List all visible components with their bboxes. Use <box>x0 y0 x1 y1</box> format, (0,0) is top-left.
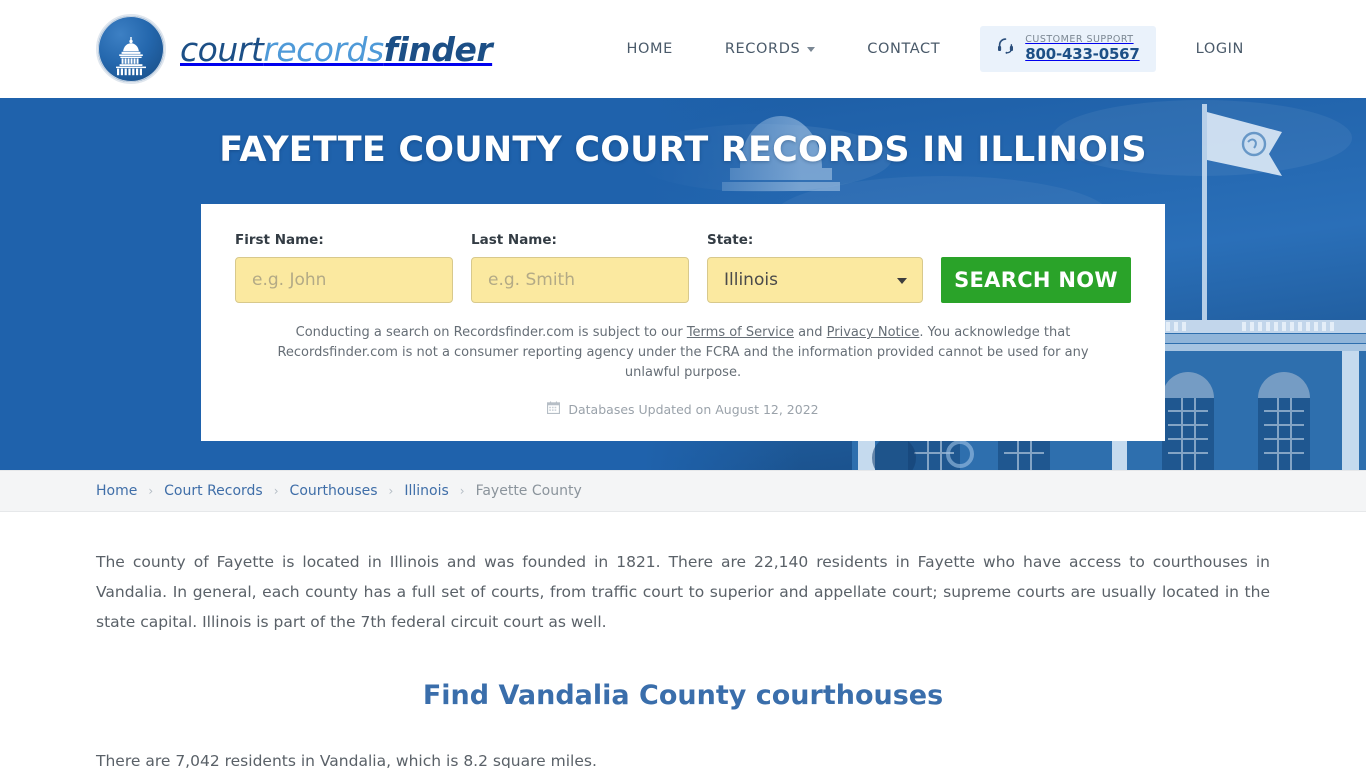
nav-item-records[interactable]: RECORDS <box>699 41 841 57</box>
logo-word-court: court <box>180 29 264 69</box>
state-label: State: <box>707 232 754 248</box>
nav-label-login: LOGIN <box>1195 40 1244 57</box>
terms-of-service-link[interactable]: Terms of Service <box>687 325 794 340</box>
breadcrumb-item-illinois[interactable]: Illinois <box>404 483 448 499</box>
first-name-input[interactable] <box>235 257 453 303</box>
logo-word-records: records <box>263 29 384 69</box>
search-now-button[interactable]: SEARCH NOW <box>941 257 1131 303</box>
breadcrumb-separator-icon: › <box>148 484 154 498</box>
last-name-label: Last Name: <box>471 232 557 248</box>
breadcrumb-item-courthouses[interactable]: Courthouses <box>290 483 378 499</box>
breadcrumb-separator-icon: › <box>273 484 279 498</box>
nav-item-home[interactable]: HOME <box>600 41 698 57</box>
calendar-icon <box>547 401 561 417</box>
nav-item-login[interactable]: LOGIN <box>1170 41 1270 57</box>
capitol-dome-icon <box>96 14 166 84</box>
databases-updated: Databases Updated on August 12, 2022 <box>235 401 1131 417</box>
section-heading-courthouses: Find Vandalia County courthouses <box>422 679 944 711</box>
nav-item-contact[interactable]: CONTACT <box>841 41 966 57</box>
breadcrumb-item-fayette-county: Fayette County <box>475 483 582 499</box>
record-search-form: First Name: Last Name: State: Illinois S… <box>235 232 1131 303</box>
privacy-notice-link[interactable]: Privacy Notice <box>827 325 920 340</box>
databases-updated-text: Databases Updated on August 12, 2022 <box>568 401 819 417</box>
main-content: The county of Fayette is located in Illi… <box>0 512 1366 768</box>
support-phone: 800-433-0567 <box>1025 44 1140 63</box>
state-field-group: State: Illinois <box>707 232 923 303</box>
main-navigation: HOME RECORDS CONTACT CUSTOMER SUPPORT 80 <box>600 25 1270 73</box>
first-name-label: First Name: <box>235 232 324 248</box>
nav-label-records: RECORDS <box>724 40 801 57</box>
logo-word-finder: finder <box>383 29 493 69</box>
breadcrumb-separator-icon: › <box>388 484 394 498</box>
logo-wordmark: courtrecordsfinder <box>180 29 493 69</box>
breadcrumb-separator-icon: › <box>459 484 465 498</box>
search-form-card: First Name: Last Name: State: Illinois S… <box>201 204 1165 442</box>
hero-section: FAYETTE COUNTY COURT RECORDS IN ILLINOIS… <box>0 98 1366 470</box>
last-name-input[interactable] <box>471 257 689 303</box>
breadcrumb-item-court-records[interactable]: Court Records <box>164 483 263 499</box>
last-name-field-group: Last Name: <box>471 232 689 303</box>
customer-support-box[interactable]: CUSTOMER SUPPORT 800-433-0567 <box>980 25 1156 73</box>
first-name-field-group: First Name: <box>235 232 453 303</box>
breadcrumb-bar: Home › Court Records › Courthouses › Ill… <box>0 470 1366 512</box>
breadcrumb-item-home[interactable]: Home <box>96 483 137 499</box>
page-title: FAYETTE COUNTY COURT RECORDS IN ILLINOIS <box>219 130 1147 170</box>
nav-label-home: HOME <box>626 40 673 57</box>
headset-icon <box>996 37 1015 60</box>
state-select[interactable]: Illinois <box>707 257 923 303</box>
chevron-down-icon <box>807 47 816 53</box>
nav-label-contact: CONTACT <box>867 40 941 57</box>
county-intro-paragraph: The county of Fayette is located in Illi… <box>96 553 1270 631</box>
city-stats-paragraph: There are 7,042 residents in Vandalia, w… <box>96 751 597 768</box>
search-disclaimer: Conducting a search on Recordsfinder.com… <box>235 323 1131 383</box>
site-logo[interactable]: courtrecordsfinder <box>96 14 493 84</box>
breadcrumb: Home › Court Records › Courthouses › Ill… <box>96 483 582 499</box>
site-header: courtrecordsfinder HOME RECORDS CONTACT <box>0 0 1366 98</box>
disclaimer-text-1: Conducting a search on Recordsfinder.com… <box>295 325 687 340</box>
disclaimer-text-mid: and <box>793 325 827 340</box>
